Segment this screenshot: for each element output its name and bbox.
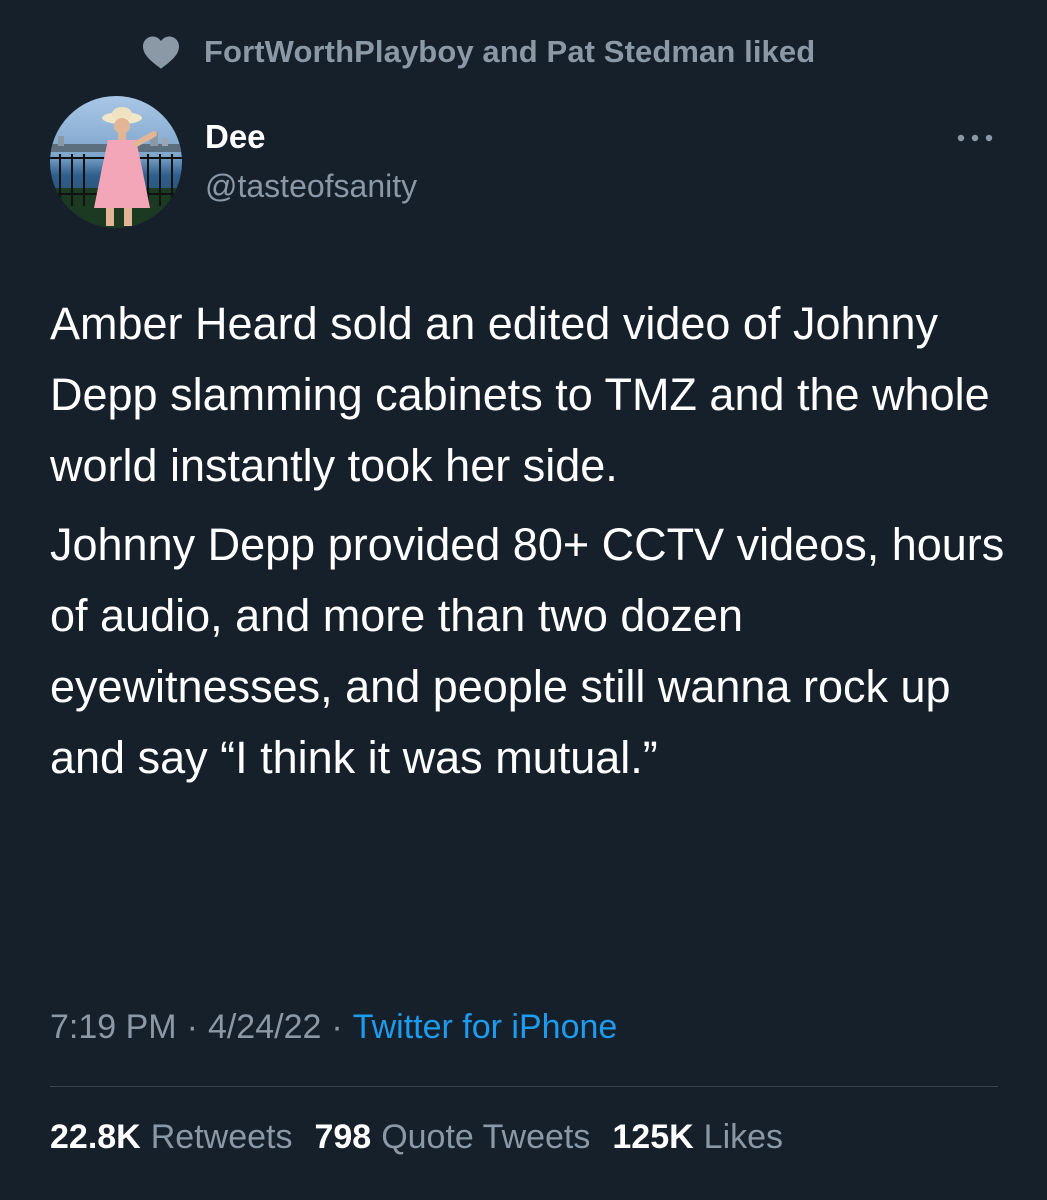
author-handle[interactable]: @tasteofsanity xyxy=(205,168,417,205)
retweets-count: 22.8K xyxy=(50,1118,141,1156)
author-name[interactable]: Dee xyxy=(205,118,266,156)
likes-label: Likes xyxy=(703,1118,784,1156)
quote-tweets-count: 798 xyxy=(314,1118,372,1156)
social-context[interactable]: FortWorthPlayboy and Pat Stedman liked xyxy=(140,30,815,74)
likes-stat[interactable]: 125K Likes xyxy=(612,1118,783,1157)
tweet-date[interactable]: 4/24/22 xyxy=(208,1008,321,1047)
tweet-stats: 22.8K Retweets 798 Quote Tweets 125K Lik… xyxy=(50,1118,805,1157)
more-options-button[interactable] xyxy=(952,118,998,158)
social-context-text: FortWorthPlayboy and Pat Stedman liked xyxy=(204,34,816,69)
tweet-meta: 7:19 PM · 4/24/22 · Twitter for iPhone xyxy=(50,1008,617,1047)
retweets-label: Retweets xyxy=(150,1118,293,1156)
avatar[interactable] xyxy=(50,96,182,228)
likes-count: 125K xyxy=(612,1118,694,1156)
divider xyxy=(50,1086,998,1087)
tweet-paragraph: Amber Heard sold an edited video of John… xyxy=(50,298,990,491)
heart-icon xyxy=(140,32,182,72)
meta-separator: · xyxy=(331,1008,343,1046)
tweet-source-link[interactable]: Twitter for iPhone xyxy=(353,1008,618,1047)
tweet-text: Amber Heard sold an edited video of John… xyxy=(50,288,1010,801)
more-icon xyxy=(957,134,993,142)
retweets-stat[interactable]: 22.8K Retweets xyxy=(50,1118,292,1157)
tweet-paragraph: Johnny Depp provided 80+ CCTV videos, ho… xyxy=(50,519,1005,783)
quote-tweets-label: Quote Tweets xyxy=(381,1118,591,1156)
tweet-time[interactable]: 7:19 PM xyxy=(50,1008,177,1047)
quote-tweets-stat[interactable]: 798 Quote Tweets xyxy=(314,1118,590,1157)
meta-separator: · xyxy=(186,1008,198,1046)
